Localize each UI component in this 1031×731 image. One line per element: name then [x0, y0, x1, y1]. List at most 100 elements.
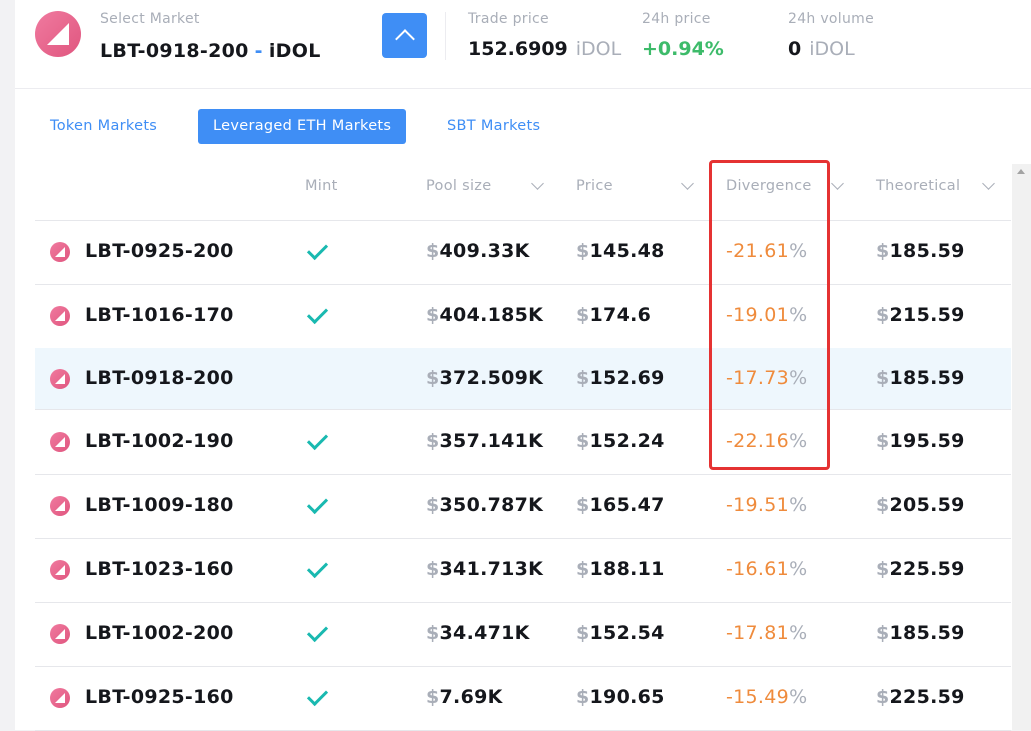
pool-size-value-number: 341.713K [439, 558, 544, 580]
column-header-theoretical[interactable]: Theoretical [876, 178, 960, 194]
chevron-up-icon [394, 28, 415, 49]
trade-price-value: 152.6909 iDOL [468, 38, 621, 60]
divergence-number: -19.51 [726, 494, 790, 516]
market-token-icon [50, 624, 70, 644]
theoretical-value-number: 215.59 [889, 304, 965, 326]
price-value-number: 152.54 [589, 622, 665, 644]
column-header-pool-size[interactable]: Pool size [426, 178, 491, 194]
table-row[interactable]: LBT-0925-160 $7.69K $190.65 -15.49% $225.59 [35, 666, 1011, 731]
currency-symbol: $ [426, 367, 440, 389]
currency-symbol: $ [576, 558, 590, 580]
mint-check-icon [306, 492, 329, 515]
market-header: Select Market LBT-0918-200- iDOL Trade pr… [15, 0, 1031, 89]
tab-leveraged-eth-markets[interactable]: Leveraged ETH Markets [198, 109, 407, 144]
mint-check-icon [306, 302, 329, 325]
currency-symbol: $ [576, 686, 590, 708]
pool-size-value: $7.69K [426, 686, 503, 708]
currency-symbol: $ [876, 686, 890, 708]
market-selector-toggle-button[interactable] [382, 13, 427, 58]
divergence-sort-chevron-down-icon[interactable] [831, 177, 844, 190]
table-row[interactable]: LBT-1023-160 $341.713K $188.11 -16.61% $225.… [35, 538, 1011, 603]
divergence-value: -21.61% [726, 240, 807, 262]
select-market-label: Select Market [100, 11, 200, 27]
percent-symbol: % [789, 494, 808, 516]
divergence-value: -15.49% [726, 686, 807, 708]
volume-unit: iDOL [809, 38, 855, 60]
selected-market[interactable]: LBT-0918-200- iDOL [100, 40, 321, 62]
price-change-value: +0.94% [642, 38, 724, 60]
currency-symbol: $ [426, 622, 440, 644]
divergence-number: -21.61 [726, 240, 790, 262]
pool-size-value-number: 372.509K [439, 367, 544, 389]
theoretical-value-number: 225.59 [889, 558, 965, 580]
tab-token-markets[interactable]: Token Markets [50, 109, 157, 144]
table-row[interactable]: LBT-1016-170 $404.185K $174.6 -19.01% $215.5… [35, 284, 1011, 349]
mint-check-icon [306, 428, 329, 451]
price-value-number: 188.11 [589, 558, 665, 580]
market-logo-icon [35, 11, 81, 57]
divergence-value: -17.73% [726, 367, 807, 389]
market-panel: Select Market LBT-0918-200- iDOL Trade pr… [15, 0, 1031, 731]
currency-symbol: $ [576, 430, 590, 452]
currency-symbol: $ [876, 367, 890, 389]
currency-symbol: $ [876, 240, 890, 262]
trade-price-label: Trade price [468, 11, 549, 27]
trade-price-unit: iDOL [575, 38, 622, 60]
table-row[interactable]: LBT-1002-200 $34.471K $152.54 -17.81% $185.5… [35, 602, 1011, 667]
currency-symbol: $ [426, 686, 440, 708]
table-row[interactable]: LBT-1009-180 $350.787K $165.47 -19.51% $205.… [35, 474, 1011, 539]
vertical-scrollbar[interactable] [1012, 164, 1031, 730]
header-divider [445, 12, 446, 60]
pool-size-value: $34.471K [426, 622, 530, 644]
price-value-number: 165.47 [589, 494, 665, 516]
mint-check-icon [306, 620, 329, 643]
percent-symbol: % [789, 304, 808, 326]
market-separator: - [254, 40, 263, 62]
currency-symbol: $ [576, 494, 590, 516]
market-token-icon [50, 242, 70, 262]
pool-size-value-number: 7.69K [439, 686, 503, 708]
table-row[interactable]: LBT-0918-200 $372.509K $152.69 -17.73% $185.… [35, 348, 1011, 410]
percent-symbol: % [789, 240, 808, 262]
tab-sbt-markets[interactable]: SBT Markets [447, 109, 540, 144]
market-name: LBT-1002-200 [85, 622, 234, 644]
percent-symbol: % [789, 430, 808, 452]
price-sort-chevron-down-icon[interactable] [681, 177, 694, 190]
market-symbol: LBT-0918-200 [100, 40, 249, 62]
theoretical-value-number: 195.59 [889, 430, 965, 452]
theoretical-value: $185.59 [876, 622, 965, 644]
pool-size-sort-chevron-down-icon[interactable] [531, 177, 544, 190]
divergence-number: -19.01 [726, 304, 790, 326]
theoretical-value-number: 185.59 [889, 622, 965, 644]
currency-symbol: $ [426, 304, 440, 326]
pool-size-value: $409.33K [426, 240, 530, 262]
currency-symbol: $ [426, 494, 440, 516]
theoretical-value: $225.59 [876, 558, 965, 580]
currency-symbol: $ [426, 430, 440, 452]
theoretical-value: $185.59 [876, 240, 965, 262]
table-header: Mint Pool size Price Divergence Theoreti… [35, 158, 1011, 221]
pool-size-value: $404.185K [426, 304, 543, 326]
volume-label: 24h volume [788, 11, 875, 27]
price-value: $152.69 [576, 367, 665, 389]
column-header-price[interactable]: Price [576, 178, 613, 194]
price-value-number: 152.69 [589, 367, 665, 389]
market-name: LBT-0918-200 [85, 367, 234, 389]
table-row[interactable]: LBT-1002-190 $357.141K $152.24 -22.16% $195.… [35, 409, 1011, 475]
pool-size-value: $357.141K [426, 430, 543, 452]
percent-symbol: % [789, 622, 808, 644]
divergence-number: -16.61 [726, 558, 790, 580]
column-header-mint: Mint [305, 178, 338, 194]
price-value-number: 145.48 [589, 240, 665, 262]
theoretical-value: $215.59 [876, 304, 965, 326]
table-row[interactable]: LBT-0925-200 $409.33K $145.48 -21.61% $185.5… [35, 220, 1011, 285]
column-header-divergence[interactable]: Divergence [726, 178, 812, 194]
theoretical-sort-chevron-down-icon[interactable] [982, 177, 995, 190]
currency-symbol: $ [576, 240, 590, 262]
pool-size-value-number: 409.33K [439, 240, 530, 262]
percent-symbol: % [789, 367, 808, 389]
price-value: $165.47 [576, 494, 665, 516]
mint-check-icon [306, 556, 329, 579]
scroll-up-arrow-icon[interactable] [1017, 169, 1025, 174]
price-value-number: 152.24 [589, 430, 665, 452]
